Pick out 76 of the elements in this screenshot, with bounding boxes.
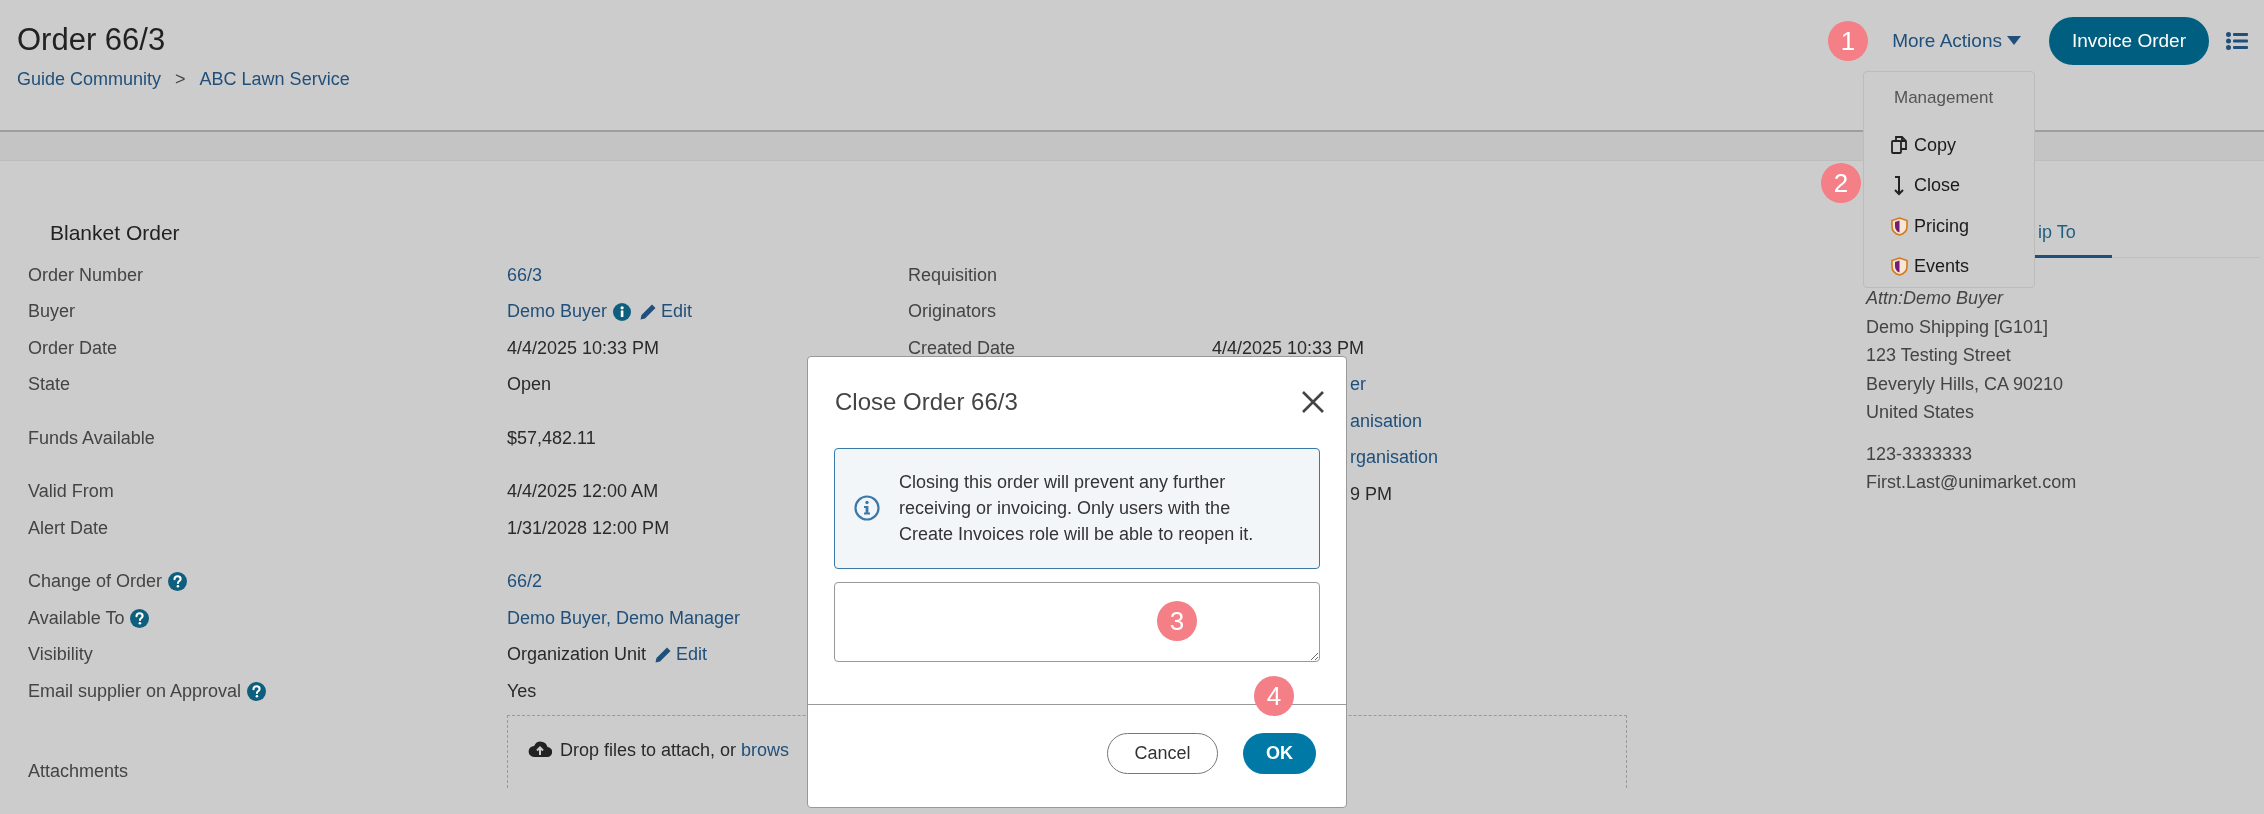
dialog-title: Close Order 66/3 [835, 387, 1018, 417]
menu-item[interactable]: Events [1864, 246, 2034, 287]
edit-link[interactable]: Edit [654, 644, 708, 666]
field-value[interactable]: 66/3 [507, 264, 543, 286]
address-line: Attn:Demo Buyer [1866, 287, 2005, 310]
close-icon[interactable] [1301, 390, 1325, 414]
field-value[interactable]: rganisation [1350, 447, 1439, 469]
comment-field[interactable] [834, 582, 1320, 662]
field-label: Originators [908, 301, 997, 323]
field-value[interactable]: Demo Buyer [507, 301, 608, 323]
field-value[interactable]: er [1350, 374, 1366, 396]
info-icon [854, 495, 880, 521]
field-value: 4/4/2025 12:00 AM [507, 481, 659, 503]
field-value: Yes [507, 680, 537, 702]
field-label: Alert Date [28, 517, 109, 539]
field-value: 9 PM [1350, 483, 1392, 505]
contact-line: 123-3333333 [1866, 442, 1974, 466]
caret-icon [2006, 36, 2021, 46]
field-value[interactable]: anisation [1350, 410, 1423, 432]
pencil-icon [654, 645, 673, 664]
section-title: Blanket Order [50, 220, 181, 246]
breadcrumb-link[interactable]: Guide Community [17, 66, 162, 92]
notice-text: Closing this order will prevent any further receiving or invoicing. Only users with the Create Invoices role will be able to reopen it. [899, 471, 1255, 546]
address-line: 123 Testing Street [1866, 344, 2012, 367]
step-badge: 1 [1828, 21, 1868, 61]
field-value: $57,482.11 [507, 427, 596, 449]
page-title: Order 66/3 [17, 21, 167, 59]
menu-item[interactable]: Close [1864, 165, 2034, 206]
field-label: Attachments [28, 760, 129, 782]
field-label: Order Number [28, 264, 144, 286]
field-label: Valid From [28, 481, 114, 503]
field-label: Buyer [28, 301, 76, 323]
address-line: Beveryly Hills, CA 90210 [1866, 372, 2065, 396]
field-value[interactable]: Demo Buyer, Demo Manager [507, 607, 741, 629]
field-value: Organization Unit [507, 644, 647, 666]
pencil-icon [639, 302, 658, 321]
address-line: Demo Shipping [G101] [1866, 315, 2050, 339]
cloud-upload-icon [528, 739, 552, 758]
field-label: Requisition [908, 264, 998, 286]
info-icon[interactable] [613, 302, 632, 321]
field-label: Available To [28, 607, 125, 629]
contact-line: First.Last@unimarket.com [1866, 471, 2078, 494]
field-label: Order Date [28, 337, 118, 359]
field-label: Funds Available [28, 427, 155, 449]
field-value[interactable]: 66/2 [507, 571, 543, 593]
breadcrumb-link[interactable]: ABC Lawn Service [199, 66, 350, 92]
field-label: Visibility [28, 644, 93, 666]
address-line: United States [1866, 401, 1976, 424]
copy-icon [1891, 136, 1907, 155]
shield-icon [1890, 257, 1908, 277]
field-label: Change of Order [28, 571, 163, 593]
step-badge: 2 [1821, 163, 1861, 203]
menu-item[interactable]: Copy [1864, 125, 2034, 166]
drop-instructions: Drop files to attach, or brows [560, 739, 790, 761]
invoice-order-button[interactable]: Invoice Order [2048, 17, 2209, 65]
menu-item[interactable]: Pricing [1864, 206, 2034, 247]
field-value: 4/4/2025 10:33 PM [1212, 337, 1365, 359]
help-icon[interactable] [168, 572, 188, 592]
ok-button[interactable]: OK [1243, 733, 1316, 774]
field-value: 4/4/2025 10:33 PM [507, 337, 660, 359]
field-value: Open [507, 374, 552, 396]
menu-heading: Management [1893, 87, 1995, 109]
edit-link[interactable]: Edit [639, 301, 693, 323]
help-icon[interactable] [247, 681, 267, 701]
cancel-button[interactable]: Cancel [1107, 733, 1218, 774]
menu-icon[interactable] [2226, 32, 2248, 50]
field-label: State [28, 374, 71, 396]
arrow-down-icon [1893, 175, 1905, 196]
field-value: 1/31/2028 12:00 PM [507, 517, 670, 539]
browse-link[interactable]: brows [741, 739, 790, 760]
more-actions-link[interactable]: More Actions [1892, 30, 2021, 52]
help-icon[interactable] [130, 608, 150, 628]
breadcrumb-separator: > [175, 68, 186, 91]
field-label: Email supplier on Approval [28, 680, 242, 702]
shield-icon [1890, 216, 1908, 236]
field-label: Created Date [908, 337, 1016, 359]
